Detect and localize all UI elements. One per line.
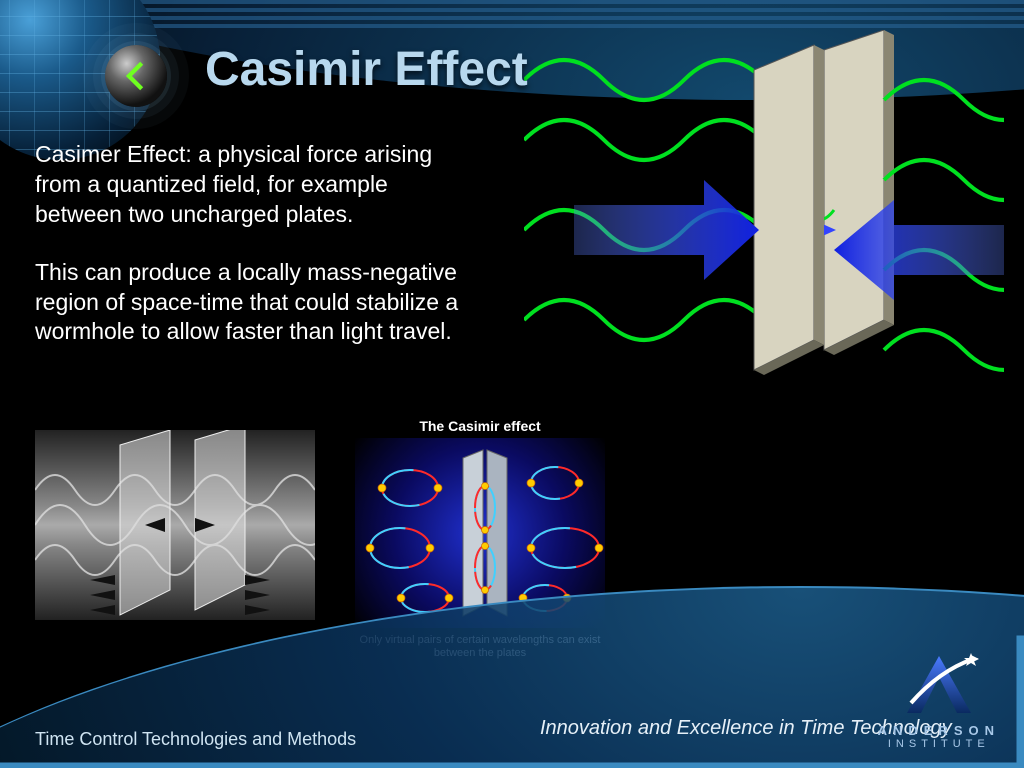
logo-mark-icon bbox=[899, 651, 979, 721]
force-arrow-left-icon bbox=[574, 180, 759, 280]
body-text: Casimer Effect: a physical force arising… bbox=[35, 140, 465, 375]
logo-text-1: ANDERSON bbox=[878, 723, 1000, 738]
casimir-plates-diagram bbox=[524, 30, 1004, 400]
wave-plates-grayscale-figure bbox=[35, 430, 315, 620]
figure-caption-top: The Casimir effect bbox=[345, 418, 615, 434]
logo-text-2: INSTITUTE bbox=[878, 738, 1000, 750]
paragraph-1: Casimer Effect: a physical force arising… bbox=[35, 140, 465, 230]
footer-left-text: Time Control Technologies and Methods bbox=[35, 729, 356, 750]
paragraph-2: This can produce a locally mass-negative… bbox=[35, 258, 465, 348]
page-title: Casimir Effect bbox=[205, 42, 528, 97]
chevron-left-icon bbox=[119, 59, 153, 93]
back-button[interactable] bbox=[105, 45, 167, 107]
anderson-institute-logo: ANDERSON INSTITUTE bbox=[878, 651, 1000, 750]
